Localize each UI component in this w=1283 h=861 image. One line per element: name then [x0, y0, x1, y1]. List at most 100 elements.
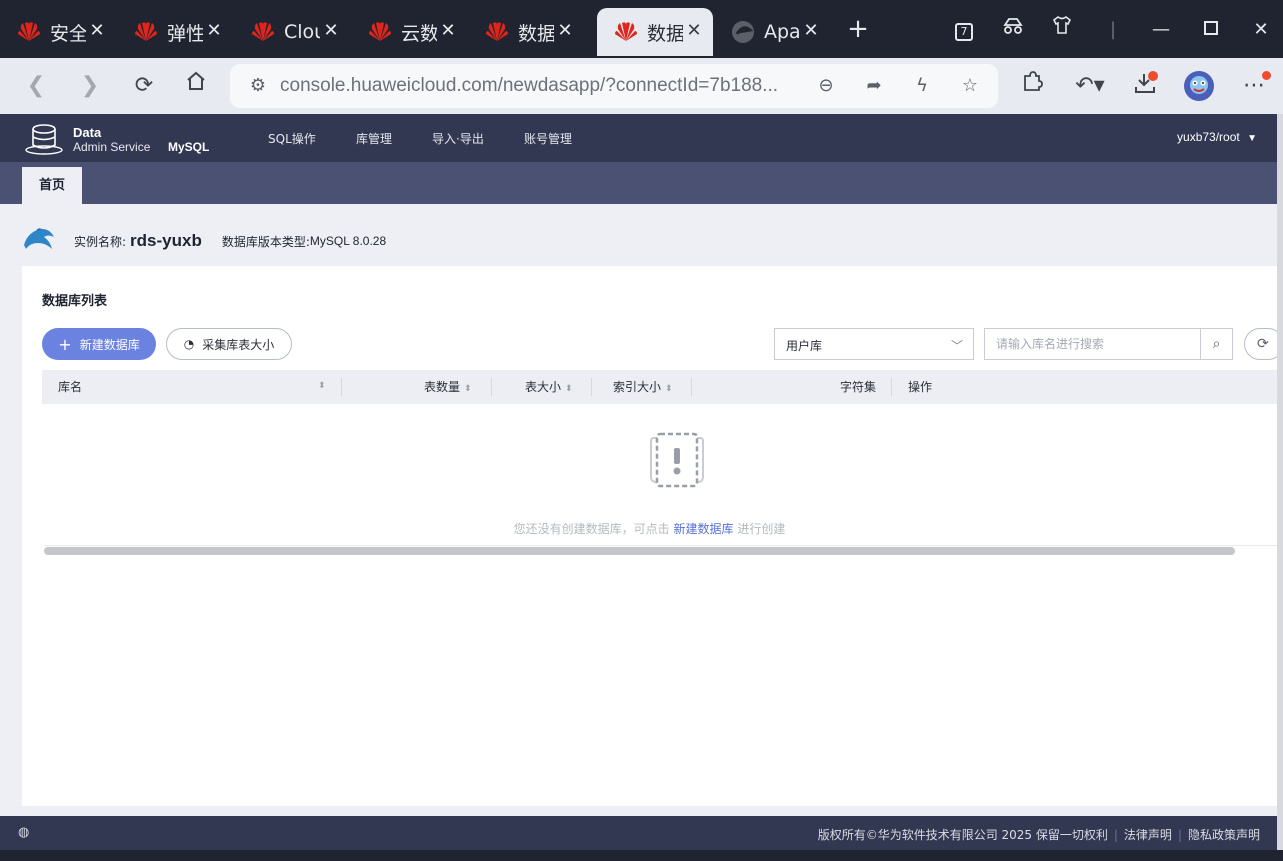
more-menu-icon[interactable]: ⋯ [1238, 70, 1271, 102]
tab-counter-value: 7 [955, 23, 973, 41]
tab-title: 数据 [518, 22, 554, 45]
screen: 安全 ✕ 弹性 ✕ Clou ✕ 云数 ✕ 数据 ✕ 数据 ✕ [0, 0, 1283, 861]
col-actions: 操作 [908, 370, 932, 404]
globe-icon[interactable]: ◍ [18, 825, 29, 840]
collect-table-size-button[interactable]: ◔ 采集库表大小 [166, 328, 292, 360]
nav-account-management[interactable]: 账号管理 [524, 130, 572, 147]
logo-engine: MySQL [168, 140, 210, 154]
tab-title: 云数 [401, 22, 437, 45]
tab-counter-icon[interactable]: 7 [948, 14, 980, 46]
empty-text-suffix: 进行创建 [733, 522, 786, 536]
col-index-size[interactable]: 索引大小 ⬍ [613, 370, 673, 404]
db-version-label: 数据库版本类型: [221, 234, 310, 249]
nav-sql-operations[interactable]: SQL操作 [268, 130, 316, 147]
user-name: yuxb73/root [1177, 130, 1240, 144]
close-icon[interactable]: ✕ [86, 20, 108, 42]
window-bottom-edge [0, 850, 1283, 861]
zoom-out-icon[interactable]: ⊖ [812, 72, 840, 100]
footer-privacy-link[interactable]: 隐私政策声明 [1188, 828, 1260, 842]
lightning-icon[interactable]: ϟ [908, 72, 936, 100]
tab-title: Apa [764, 21, 800, 43]
tab-title: 安全 [50, 22, 86, 45]
search-icon[interactable]: ⌕ [1200, 329, 1232, 359]
site-settings-icon[interactable]: ⚙ [244, 72, 272, 100]
empty-state-icon [647, 432, 707, 490]
home-icon[interactable] [180, 70, 212, 102]
close-icon[interactable]: ✕ [203, 20, 225, 42]
table-bottom-border [44, 545, 1277, 546]
col-table-count[interactable]: 表数量 ⬍ [424, 370, 472, 404]
bookmark-star-icon[interactable]: ☆ [956, 72, 984, 100]
create-database-button[interactable]: + 新建数据库 [42, 328, 156, 360]
footer: ◍ 版权所有©华为软件技术有限公司 2025 保留一切权利 | 法律声明 | 隐私政策声… [0, 816, 1277, 850]
forward-arrow-icon[interactable]: ❯ [74, 70, 106, 102]
vertical-scrollbar[interactable] [1277, 114, 1283, 850]
browser-tab-5[interactable]: 数据 ✕ [468, 8, 584, 56]
collect-table-size-label: 采集库表大小 [202, 337, 275, 352]
address-bar[interactable]: ⚙ console.huaweicloud.com/newdasapp/?con… [230, 64, 998, 108]
huawei-logo-icon [613, 19, 639, 45]
mysql-dolphin-icon [22, 225, 56, 257]
download-icon[interactable] [1130, 70, 1162, 102]
address-url: console.huaweicloud.com/newdasapp/?conne… [280, 75, 779, 96]
sort-icon: ⬍ [565, 384, 573, 394]
share-icon[interactable]: ➦ [860, 72, 888, 100]
browser-tab-2[interactable]: 弹性 ✕ [117, 8, 233, 56]
create-database-link[interactable]: 新建数据库 [673, 522, 733, 536]
close-icon[interactable]: ✕ [683, 20, 705, 42]
close-icon[interactable]: ✕ [800, 20, 822, 42]
col-label: 表大小 [525, 380, 562, 394]
browser-tab-1[interactable]: 安全 ✕ [0, 8, 116, 56]
nav-db-management[interactable]: 库管理 [356, 130, 392, 147]
empty-text-prefix: 您还没有创建数据库，可点击 [513, 522, 674, 536]
close-icon[interactable]: ✕ [320, 20, 342, 42]
col-label: 操作 [908, 380, 933, 394]
footer-links: 版权所有©华为软件技术有限公司 2025 保留一切权利 | 法律声明 | 隐私政策声明 [818, 826, 1260, 843]
huawei-logo-icon [250, 19, 276, 45]
user-menu[interactable]: yuxb73/root ▼ [1177, 130, 1257, 144]
db-list-panel: 数据库列表 + 新建数据库 ◔ 采集库表大小 用户库 ﹀ ⌕ ⟳ 库名 ⬍ [22, 266, 1283, 806]
browser-tab-6-active[interactable]: 数据 ✕ [597, 8, 713, 56]
huawei-logo-icon [367, 19, 393, 45]
nav-import-export[interactable]: 导入·导出 [432, 130, 484, 147]
close-window-icon[interactable]: ✕ [1245, 14, 1277, 46]
user-avatar[interactable] [1183, 70, 1215, 102]
panel-title: 数据库列表 [42, 294, 108, 309]
footer-divider: | [1177, 828, 1182, 842]
database-logo-icon [25, 123, 63, 159]
pie-chart-icon: ◔ [183, 337, 195, 351]
column-divider [891, 378, 892, 396]
incognito-icon[interactable] [997, 14, 1029, 46]
extensions-puzzle-icon[interactable] [1016, 70, 1048, 102]
col-label: 库名 [58, 380, 83, 394]
close-icon[interactable]: ✕ [554, 20, 576, 42]
back-arrow-icon[interactable]: ❮ [20, 70, 52, 102]
plus-icon: + [58, 334, 72, 354]
instance-name-label: 实例名称: [74, 234, 127, 249]
minimize-icon[interactable]: — [1145, 14, 1177, 46]
db-type-select[interactable]: 用户库 ﹀ [774, 328, 974, 360]
browser-tab-7[interactable]: Apa ✕ [714, 8, 830, 56]
footer-legal-link[interactable]: 法律声明 [1124, 828, 1172, 842]
undo-dropdown-icon[interactable]: ↶▾ [1070, 70, 1110, 102]
new-tab-plus-icon[interactable]: + [845, 16, 871, 42]
column-divider [341, 378, 342, 396]
column-divider [691, 378, 692, 396]
tab-home[interactable]: 首页 [22, 167, 82, 204]
caret-down-icon: ▼ [1247, 133, 1257, 144]
table-header: 库名 ⬍ 表数量 ⬍ 表大小 ⬍ 索引大小 ⬍ 字符集 操作 [42, 370, 1277, 404]
col-db-name[interactable]: 库名 [58, 370, 82, 404]
shirt-theme-icon[interactable] [1046, 14, 1078, 46]
browser-tab-3[interactable]: Clou ✕ [234, 8, 350, 56]
browser-tab-4[interactable]: 云数 ✕ [351, 8, 467, 56]
sort-icon[interactable]: ⬍ [318, 381, 326, 391]
maximize-icon[interactable] [1195, 14, 1227, 46]
globe-e-icon [730, 19, 756, 45]
app-header: Data Admin Service MySQL SQL操作 库管理 导入·导出… [0, 114, 1277, 162]
horizontal-scrollbar[interactable] [44, 547, 1235, 555]
tab-title: 弹性 [167, 22, 203, 45]
col-table-size[interactable]: 表大小 ⬍ [525, 370, 573, 404]
db-search-input[interactable] [985, 329, 1201, 359]
reload-icon[interactable]: ⟳ [128, 70, 160, 102]
close-icon[interactable]: ✕ [437, 20, 459, 42]
